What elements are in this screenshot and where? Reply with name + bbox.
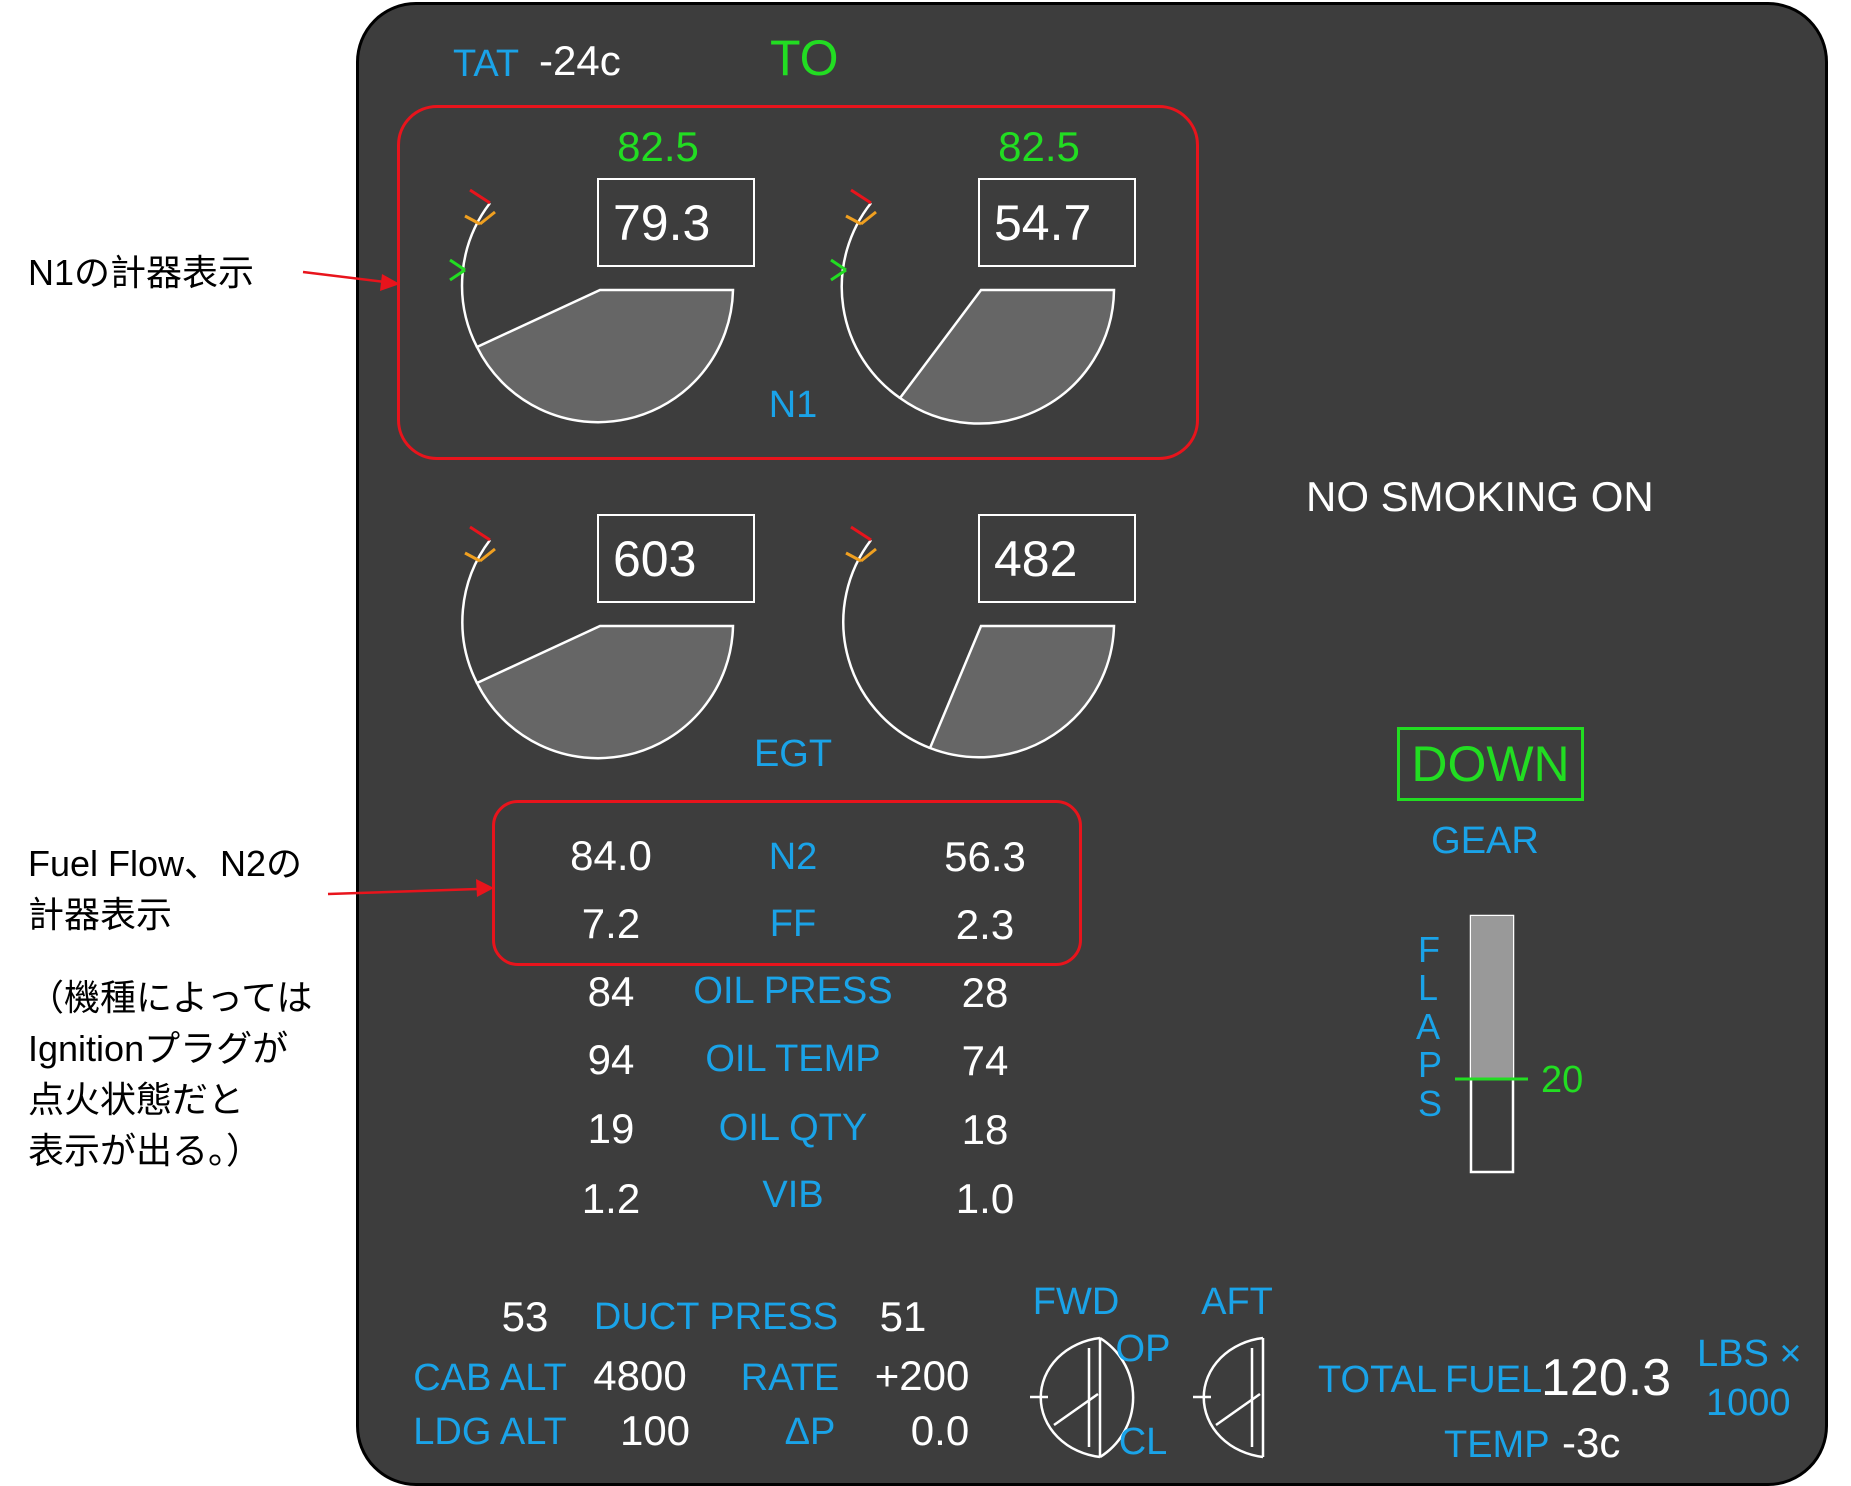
- gear-label: GEAR: [1431, 820, 1539, 862]
- rate-label: RATE: [740, 1357, 840, 1399]
- oil-press-label: OIL PRESS: [693, 970, 893, 1012]
- valve-op-label: OP: [1115, 1328, 1171, 1370]
- fuel-unit-line2: 1000: [1706, 1382, 1791, 1424]
- vib-label: VIB: [762, 1174, 824, 1216]
- tat-value: -24c: [539, 37, 621, 84]
- flaps-letter-f: F: [1418, 929, 1440, 970]
- n1-left-gauge-fill: [475, 288, 735, 424]
- egt-right-gauge-arc: [842, 539, 931, 750]
- n1-right-gauge-arc: [840, 202, 901, 400]
- flaps-letter-s: S: [1418, 1083, 1443, 1124]
- egt-right-readout: 482: [978, 514, 1136, 603]
- delta-p-value: 0.0: [910, 1407, 970, 1454]
- vib-left: 1.2: [581, 1175, 641, 1222]
- cab-alt-label: CAB ALT: [413, 1357, 567, 1399]
- valve-fwd-needle: [1053, 1392, 1099, 1427]
- no-smoking-message: NO SMOKING ON: [1306, 473, 1654, 520]
- delta-p-label: ΔP: [784, 1411, 836, 1453]
- fuel-temp-label: TEMP: [1444, 1424, 1550, 1466]
- thrust-mode: TO: [770, 30, 839, 86]
- fuel-temp-value: -3c: [1562, 1419, 1621, 1466]
- oil-press-left: 84: [587, 968, 635, 1015]
- flaps-letter-p: P: [1418, 1044, 1443, 1085]
- egt-right-gauge-fill: [928, 624, 1116, 759]
- egt-left-gauge-arc: [461, 539, 491, 684]
- flaps-letter-a: A: [1416, 1006, 1441, 1047]
- annotation-arrowhead-n1: [380, 274, 400, 291]
- egt-label: EGT: [753, 733, 833, 775]
- n2-label: N2: [768, 836, 818, 878]
- valve-fwd-label: FWD: [1032, 1281, 1120, 1323]
- n1-left-readout: 79.3: [597, 178, 755, 267]
- egt-right-redline-icon: [850, 525, 872, 542]
- flaps-bar-fill: [1471, 916, 1513, 1079]
- n1-right-redline-icon: [850, 188, 872, 205]
- n2-left: 84.0: [570, 832, 652, 879]
- annotation-arrow-n1: [302, 270, 386, 284]
- n1-right-gauge-fill: [898, 288, 1116, 425]
- egt-left-redline-icon: [469, 525, 491, 542]
- vib-right: 1.0: [955, 1175, 1015, 1222]
- duct-press-right: 51: [879, 1293, 927, 1340]
- flaps-letter-l: L: [1418, 967, 1439, 1008]
- valve-aft-label: AFT: [1201, 1281, 1273, 1323]
- rate-value: +200: [874, 1352, 970, 1399]
- oil-qty-right: 18: [961, 1106, 1009, 1153]
- gear-status: DOWN: [1397, 727, 1584, 801]
- total-label: TOTAL: [1318, 1359, 1437, 1401]
- oil-qty-label: OIL QTY: [718, 1107, 868, 1149]
- n1-label: N1: [768, 384, 818, 426]
- oil-temp-right: 74: [961, 1037, 1009, 1084]
- duct-press-left: 53: [501, 1293, 549, 1340]
- annotation-arrowhead-ff: [476, 879, 494, 897]
- n2-right: 56.3: [944, 833, 1026, 880]
- annotation-arrow-ff: [327, 887, 479, 896]
- ff-label: FF: [769, 903, 817, 945]
- oil-qty-left: 19: [587, 1105, 635, 1152]
- n1-left-gauge-arc: [460, 202, 491, 348]
- valve-aft-needle: [1215, 1392, 1261, 1427]
- valve-cl-label: CL: [1118, 1421, 1168, 1463]
- duct-press-label: DUCT PRESS: [593, 1296, 839, 1338]
- total-fuel-value: 120.3: [1541, 1349, 1672, 1407]
- ldg-alt-label: LDG ALT: [413, 1411, 567, 1453]
- ff-left: 7.2: [581, 900, 641, 947]
- n1-left-target: 82.5: [617, 123, 699, 170]
- valve-aft-indicator: [1193, 1336, 1265, 1459]
- oil-temp-label: OIL TEMP: [705, 1038, 881, 1080]
- flaps-value: 20: [1541, 1059, 1584, 1101]
- n1-right-readout: 54.7: [978, 178, 1136, 267]
- flaps-indicator: [1455, 914, 1528, 1174]
- n1-right-target: 82.5: [998, 123, 1080, 170]
- oil-temp-left: 94: [587, 1036, 635, 1083]
- tat-label: TAT: [453, 43, 520, 85]
- fuel-unit-line1: LBS ×: [1697, 1333, 1802, 1375]
- oil-press-right: 28: [961, 969, 1009, 1016]
- egt-left-gauge-fill: [475, 624, 735, 760]
- ff-right: 2.3: [955, 901, 1015, 948]
- cab-alt-value: 4800: [593, 1352, 687, 1399]
- egt-left-readout: 603: [597, 514, 755, 603]
- n1-left-redline-icon: [469, 188, 491, 205]
- ldg-alt-value: 100: [619, 1407, 691, 1454]
- fuel-label: FUEL: [1445, 1359, 1543, 1401]
